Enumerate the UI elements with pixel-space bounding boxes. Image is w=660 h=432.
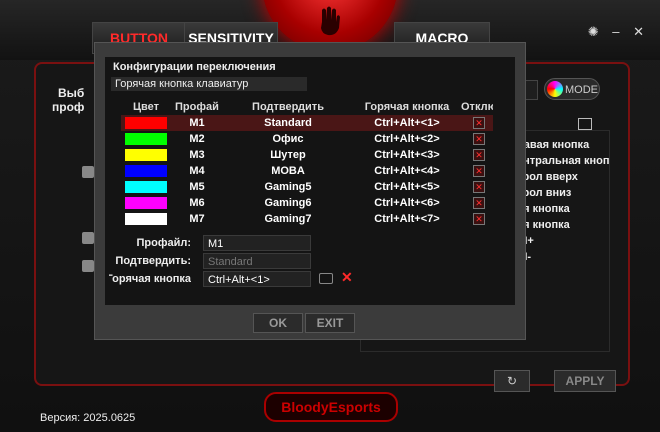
confirm-input[interactable]: Standard (203, 253, 311, 269)
mode-icon (547, 81, 563, 97)
table-row[interactable]: M5 Gaming5 Ctrl+Alt+<5> ✕ (121, 179, 493, 195)
table-row[interactable]: M2 Офис Ctrl+Alt+<2> ✕ (121, 131, 493, 147)
monitor-icon (578, 118, 592, 130)
color-swatch[interactable] (125, 117, 167, 129)
ok-button[interactable]: OK (253, 313, 303, 333)
brand-logo: BloodyEsports (264, 392, 398, 422)
profile-label-b: проф (52, 100, 85, 114)
version-label: Версия: 2025.0625 (40, 412, 136, 424)
small-button-b[interactable] (82, 232, 94, 244)
dialog-content: Конфигурации переключения Горячая кнопка… (105, 57, 515, 305)
col-header-profile: Профайл (175, 101, 219, 113)
close-icon[interactable]: ✕ (633, 24, 644, 39)
mode-label: MODE (565, 84, 598, 96)
table-row[interactable]: M4 MOBA Ctrl+Alt+<4> ✕ (121, 163, 493, 179)
col-header-disable: Отключить (461, 101, 493, 113)
color-swatch[interactable] (125, 213, 167, 225)
disable-icon[interactable]: ✕ (473, 213, 485, 225)
profile-label-a: Выб (58, 86, 85, 100)
table-row[interactable]: M7 Gaming7 Ctrl+Alt+<7> ✕ (121, 211, 493, 227)
col-header-color: Цвет (132, 101, 159, 113)
table-row[interactable]: M6 Gaming6 Ctrl+Alt+<6> ✕ (121, 195, 493, 211)
color-swatch[interactable] (125, 149, 167, 161)
hotkey-field-label: Горячая кнопка: (109, 273, 191, 285)
color-swatch[interactable] (125, 181, 167, 193)
disable-icon[interactable]: ✕ (473, 181, 485, 193)
color-swatch[interactable] (125, 165, 167, 177)
switch-config-dialog: Конфигурации переключения Горячая кнопка… (94, 42, 526, 340)
color-swatch[interactable] (125, 197, 167, 209)
app-window: BUTTON SENSITIVITY MACRO ✺ – ✕ Выб проф … (0, 0, 660, 432)
reset-button[interactable]: ↻ (494, 370, 530, 392)
dialog-subtitle: Горячая кнопка клавиатур (111, 77, 307, 91)
confirm-field-label: Подтвердить: (115, 255, 191, 267)
profile-name-input[interactable]: M1 (203, 235, 311, 251)
profile-field-label: Профайл: (136, 237, 191, 249)
refresh-icon: ↻ (506, 374, 518, 388)
table-row[interactable]: M3 Шутер Ctrl+Alt+<3> ✕ (121, 147, 493, 163)
keyboard-icon[interactable] (319, 273, 333, 284)
exit-button[interactable]: EXIT (305, 313, 355, 333)
disable-icon[interactable]: ✕ (473, 117, 485, 129)
small-button-a[interactable] (82, 166, 94, 178)
minimize-icon[interactable]: – (612, 24, 619, 39)
clear-hotkey-icon[interactable]: ✕ (341, 269, 353, 286)
small-button-c[interactable] (82, 260, 94, 272)
col-header-confirm: Подтвердить (252, 101, 324, 113)
col-header-hotkey: Горячая кнопка (364, 101, 450, 113)
disable-icon[interactable]: ✕ (473, 197, 485, 209)
light-bulb-icon[interactable]: ✺ (588, 24, 599, 39)
disable-icon[interactable]: ✕ (473, 133, 485, 145)
color-swatch[interactable] (125, 133, 167, 145)
table-row[interactable]: M1 Standard Ctrl+Alt+<1> ✕ (121, 115, 493, 131)
bloody-hand-logo (321, 6, 340, 36)
mode-button[interactable]: MODE (544, 78, 600, 100)
disable-icon[interactable]: ✕ (473, 149, 485, 161)
hotkey-input[interactable]: Ctrl+Alt+<1> (203, 271, 311, 287)
dialog-title: Конфигурации переключения (113, 61, 276, 73)
apply-button[interactable]: APPLY (554, 370, 616, 392)
disable-icon[interactable]: ✕ (473, 165, 485, 177)
